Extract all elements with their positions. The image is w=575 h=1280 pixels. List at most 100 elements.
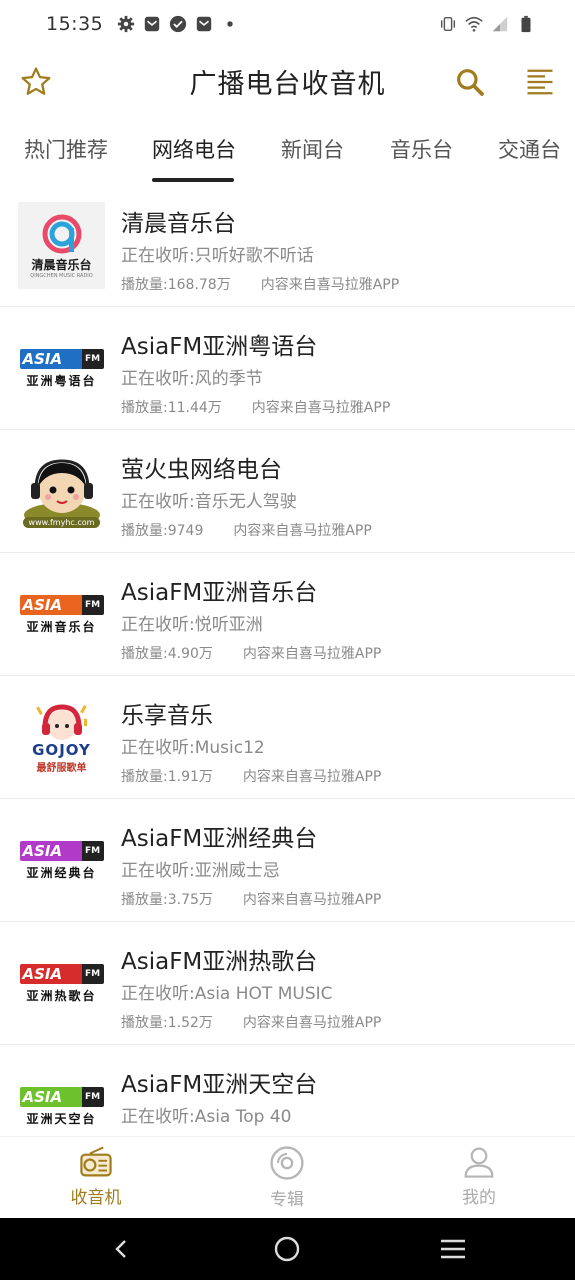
play-count: 播放量:168.78万	[121, 277, 231, 293]
home-button[interactable]	[272, 1234, 302, 1264]
page-title: 广播电台收音机	[189, 68, 386, 100]
system-nav-bar	[0, 1218, 575, 1280]
station-title: AsiaFM亚洲热歌台	[121, 949, 318, 975]
logo-fm-text: FM	[81, 1087, 104, 1107]
menu-icon	[527, 69, 553, 95]
content-source: 内容来自喜马拉雅APP	[251, 400, 391, 416]
station-logo-text: GOJOY	[32, 741, 91, 759]
app-header: 广播电台收音机	[0, 50, 575, 112]
logo-fm-text: FM	[81, 349, 104, 369]
station-logo: 清晨音乐台 QINGCHEN MUSIC RADIO	[18, 202, 105, 289]
battery-icon	[521, 15, 531, 33]
logo-fm-text: FM	[81, 841, 104, 861]
station-title: 萤火虫网络电台	[121, 457, 282, 483]
station-logo: ASIA FM 亚洲热歌台	[18, 940, 105, 1027]
logo-asia-text: ASIA	[19, 964, 82, 984]
station-item[interactable]: GOJOY 最舒服歌单 乐享音乐 正在收听:Music12 播放量:1.91万 …	[0, 676, 575, 799]
station-item[interactable]: ASIA FM 亚洲天空台 AsiaFM亚洲天空台 正在收听:Asia Top …	[0, 1045, 575, 1136]
now-playing: 正在收听:Asia Top 40	[121, 1107, 292, 1127]
station-item[interactable]: ASIA FM 亚洲热歌台 AsiaFM亚洲热歌台 正在收听:Asia HOT …	[0, 922, 575, 1045]
station-logo: ASIA FM 亚洲经典台	[18, 817, 105, 904]
content-source: 内容来自喜马拉雅APP	[242, 1015, 382, 1031]
favorite-button[interactable]	[16, 62, 56, 102]
logo-cn-text: 亚洲音乐台	[26, 620, 97, 634]
station-logo-text: 清晨音乐台	[31, 258, 92, 272]
logo-cn-text: 亚洲天空台	[26, 1112, 97, 1126]
tab-network[interactable]: 网络电台	[152, 120, 236, 178]
search-button[interactable]	[450, 62, 490, 102]
now-playing: 正在收听:只听好歌不听话	[121, 246, 314, 266]
station-meta: 播放量:1.52万 内容来自喜马拉雅APP	[121, 1012, 381, 1032]
station-meta: 播放量:168.78万 内容来自喜马拉雅APP	[121, 274, 399, 294]
star-icon	[21, 67, 51, 95]
station-item[interactable]: ASIA FM 亚洲粤语台 AsiaFM亚洲粤语台 正在收听:风的季节 播放量:…	[0, 307, 575, 430]
signal-icon	[492, 16, 508, 32]
logo-asia-text: ASIA	[19, 349, 82, 369]
check-circle-icon	[170, 15, 187, 33]
station-meta: 播放量:4.90万 内容来自喜马拉雅APP	[121, 643, 381, 663]
recents-button[interactable]	[438, 1234, 468, 1264]
station-meta: 播放量:11.44万 内容来自喜马拉雅APP	[121, 397, 390, 417]
status-bar: 15:35	[0, 0, 575, 48]
station-title: AsiaFM亚洲音乐台	[121, 580, 318, 606]
station-item[interactable]: www.fmyhc.com 萤火虫网络电台 正在收听:音乐无人驾驶 播放量:97…	[0, 430, 575, 553]
back-icon	[115, 1240, 126, 1258]
content-source: 内容来自喜马拉雅APP	[242, 769, 382, 785]
station-title: 乐享音乐	[121, 703, 213, 729]
category-tabs: 热门推荐 网络电台 新闻台 音乐台 交通台	[0, 120, 575, 184]
station-title: AsiaFM亚洲天空台	[121, 1072, 318, 1098]
station-meta: 播放量:3.75万 内容来自喜马拉雅APP	[121, 889, 381, 909]
mail-icon	[197, 16, 212, 32]
play-count: 播放量:4.90万	[121, 646, 213, 662]
station-meta: 播放量:1.91万 内容来自喜马拉雅APP	[121, 766, 381, 786]
mail-icon	[145, 16, 160, 32]
now-playing: 正在收听:音乐无人驾驶	[121, 492, 297, 512]
nav-label: 我的	[462, 1188, 496, 1208]
station-logo-url: www.fmyhc.com	[22, 517, 101, 528]
station-title: AsiaFM亚洲经典台	[121, 826, 318, 852]
logo-asia-text: ASIA	[19, 1087, 82, 1107]
tab-music[interactable]: 音乐台	[390, 120, 453, 178]
disc-icon	[270, 1146, 304, 1180]
play-count: 播放量:3.75万	[121, 892, 213, 908]
station-item[interactable]: 清晨音乐台 QINGCHEN MUSIC RADIO 清晨音乐台 正在收听:只听…	[0, 184, 575, 307]
home-icon	[274, 1236, 300, 1262]
now-playing: 正在收听:风的季节	[121, 369, 263, 389]
play-count: 播放量:11.44万	[121, 400, 222, 416]
logo-asia-text: ASIA	[19, 595, 82, 615]
station-logo: ASIA FM 亚洲天空台	[18, 1063, 105, 1136]
gear-icon	[118, 15, 135, 33]
logo-cn-text: 亚洲热歌台	[26, 989, 97, 1003]
status-time: 15:35	[46, 13, 104, 35]
nav-mine[interactable]: 我的	[434, 1145, 524, 1215]
station-item[interactable]: ASIA FM 亚洲音乐台 AsiaFM亚洲音乐台 正在收听:悦听亚洲 播放量:…	[0, 553, 575, 676]
tab-hot[interactable]: 热门推荐	[24, 120, 108, 178]
station-logo: GOJOY 最舒服歌单	[18, 694, 105, 781]
tab-news[interactable]: 新闻台	[281, 120, 344, 178]
now-playing: 正在收听:亚洲威士忌	[121, 861, 280, 881]
station-logo-mark	[42, 214, 81, 254]
recents-icon	[441, 1239, 465, 1259]
station-list: 清晨音乐台 QINGCHEN MUSIC RADIO 清晨音乐台 正在收听:只听…	[0, 184, 575, 1136]
status-right	[439, 15, 535, 33]
logo-fm-text: FM	[81, 964, 104, 984]
logo-cn-text: 亚洲粤语台	[26, 374, 97, 388]
person-icon	[464, 1147, 494, 1178]
nav-album[interactable]: 专辑	[242, 1145, 332, 1215]
station-item[interactable]: ASIA FM 亚洲经典台 AsiaFM亚洲经典台 正在收听:亚洲威士忌 播放量…	[0, 799, 575, 922]
station-logo-cn: 最舒服歌单	[36, 763, 87, 774]
content-source: 内容来自喜马拉雅APP	[242, 892, 382, 908]
logo-asia-text: ASIA	[19, 841, 82, 861]
back-button[interactable]	[107, 1234, 137, 1264]
menu-button[interactable]	[520, 62, 560, 102]
now-playing: 正在收听:Music12	[121, 738, 265, 758]
play-count: 播放量:1.52万	[121, 1015, 213, 1031]
search-icon	[457, 69, 484, 96]
station-meta: 播放量:9749 内容来自喜马拉雅APP	[121, 520, 372, 540]
tab-traffic[interactable]: 交通台	[498, 120, 561, 178]
nav-radio[interactable]: 收音机	[51, 1145, 141, 1215]
now-playing: 正在收听:悦听亚洲	[121, 615, 263, 635]
station-logo-subtext: QINGCHEN MUSIC RADIO	[30, 273, 93, 279]
station-title: 清晨音乐台	[121, 211, 236, 237]
app-screen: 15:35 广播电台收音机 热门推荐 网络电台 新闻台 音乐台 交通台 清晨音乐…	[0, 0, 575, 1280]
